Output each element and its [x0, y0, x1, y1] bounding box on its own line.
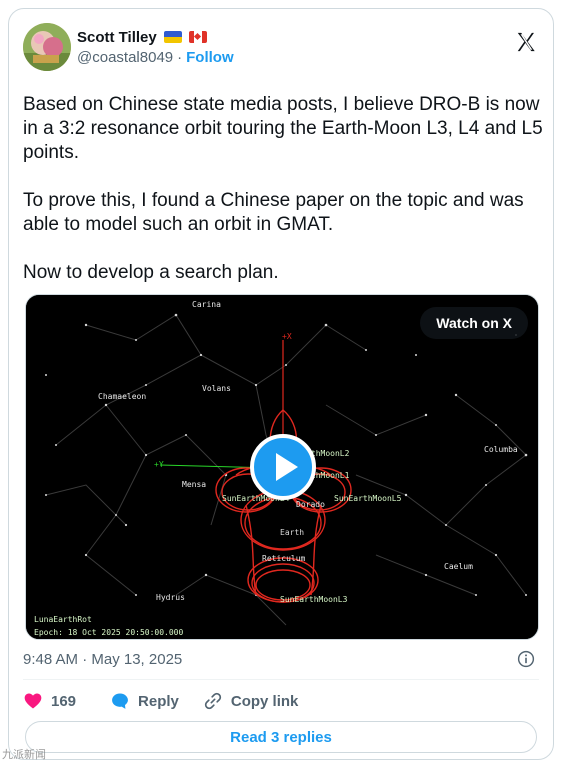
avatar-image — [23, 23, 71, 71]
play-button[interactable] — [250, 434, 316, 500]
label-axis-x: +X — [282, 332, 292, 341]
label-earth: Earth — [280, 528, 304, 537]
divider — [23, 679, 539, 680]
label-dorado: Dorado — [296, 500, 325, 509]
heart-icon — [24, 693, 42, 709]
name-row: Scott Tilley — [77, 27, 234, 47]
like-count: 169 — [51, 692, 77, 710]
info-icon[interactable] — [517, 650, 535, 668]
follow-button[interactable]: Follow — [186, 49, 234, 66]
tweet-timestamp[interactable]: 9:48 AM · May 13, 2025 — [23, 651, 182, 668]
label-l5: SunEarthMoonL5 — [334, 494, 402, 503]
action-bar: 169 Reply Copy link — [23, 689, 298, 713]
handle-separator: · — [177, 49, 183, 66]
label-reticulum: Reticulum — [262, 554, 306, 563]
label-volans: Volans — [202, 384, 231, 393]
reply-label: Reply — [138, 692, 179, 710]
video-player[interactable]: Carina Chamaeleon Volans Mensa Dorado Re… — [25, 294, 539, 640]
user-block: Scott Tilley @coastal8049 · Follow — [77, 27, 234, 67]
label-caelum: Caelum — [444, 562, 473, 571]
copy-link-label: Copy link — [230, 692, 299, 710]
canada-flag-icon — [188, 31, 207, 43]
label-chamaeleon: Chamaeleon — [98, 392, 146, 401]
reply-bubble-icon — [112, 693, 128, 709]
display-name[interactable]: Scott Tilley — [77, 29, 157, 46]
reply-button[interactable]: Reply — [110, 691, 179, 711]
read-replies-button[interactable]: Read 3 replies — [25, 721, 537, 753]
label-carina: Carina — [192, 300, 221, 309]
label-mensa: Mensa — [182, 480, 206, 489]
label-axis-y: +Y — [154, 460, 164, 469]
epoch-label: Epoch: 18 Oct 2025 20:50:00.000 — [34, 628, 183, 637]
handle-row: @coastal8049 · Follow — [77, 49, 234, 66]
play-icon — [276, 453, 298, 481]
copy-link-button[interactable]: Copy link — [203, 691, 299, 711]
watch-on-x-button[interactable]: Watch on X — [420, 307, 528, 339]
label-columba: Columba — [484, 445, 518, 454]
tweet-text: Based on Chinese state media posts, I be… — [23, 94, 543, 283]
frame-label: LunaEarthRot — [34, 615, 92, 624]
label-hydrus: Hydrus — [156, 593, 185, 602]
like-button[interactable]: 169 — [23, 691, 76, 711]
x-logo-icon[interactable] — [515, 31, 537, 53]
avatar[interactable] — [23, 23, 71, 71]
label-l3: SunEarthMoonL3 — [280, 595, 348, 604]
user-handle[interactable]: @coastal8049 — [77, 49, 173, 66]
ukraine-flag-icon — [163, 31, 182, 43]
watermark-logo: 九派新闻 — [2, 746, 46, 762]
tweet-card: Scott Tilley @coastal8049 · Follow Based… — [8, 8, 554, 760]
tweet-header: Scott Tilley @coastal8049 · Follow — [23, 23, 539, 73]
link-icon — [204, 692, 222, 710]
watermark-text: 九派新闻 — [2, 748, 46, 761]
